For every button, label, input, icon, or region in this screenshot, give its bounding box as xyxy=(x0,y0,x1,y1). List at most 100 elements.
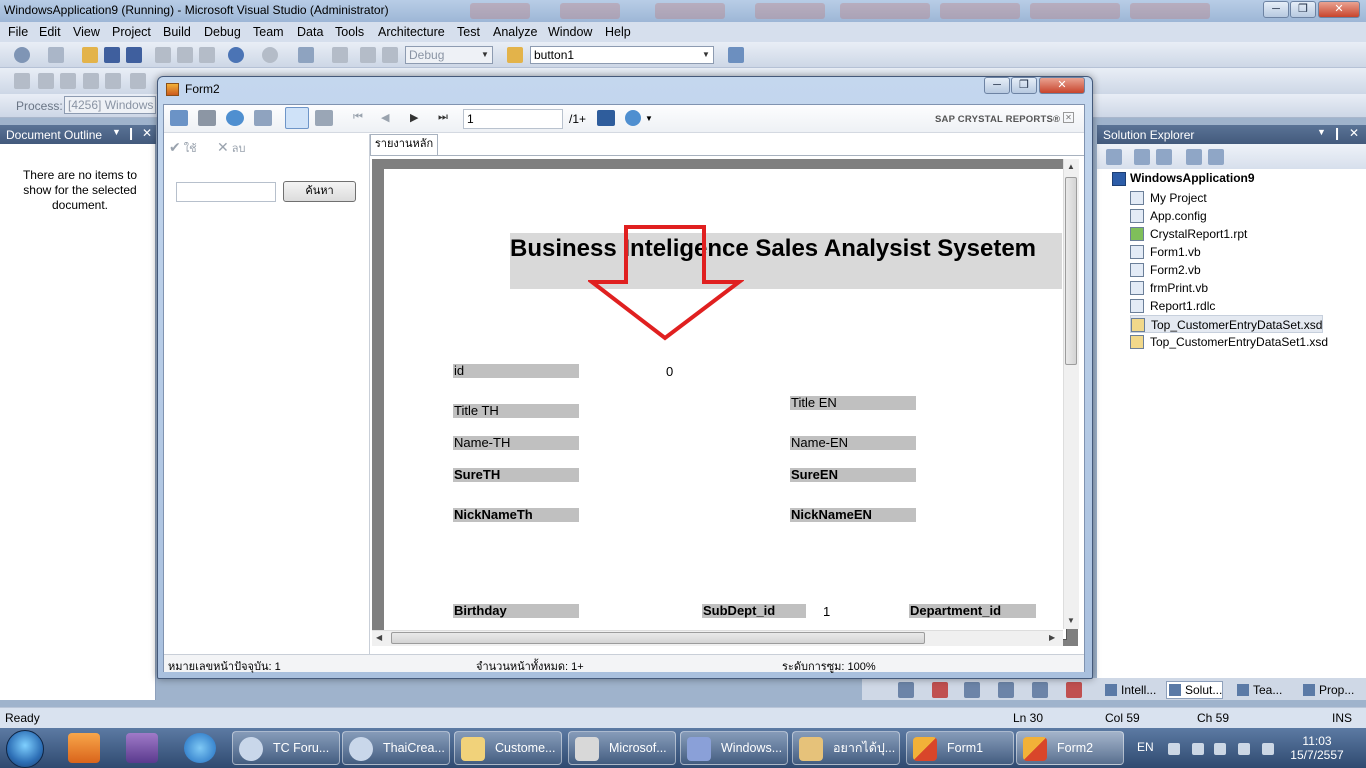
pin-icon[interactable]: ❙ xyxy=(1332,126,1342,140)
close-icon[interactable]: ✕ xyxy=(142,126,152,140)
start-button[interactable] xyxy=(6,730,44,768)
menu-file[interactable]: File xyxy=(8,25,28,39)
object-combo[interactable]: button1 ▼ xyxy=(530,46,714,64)
task-form2[interactable]: Form2 xyxy=(1016,731,1124,765)
apply-button[interactable]: ✔ ใช้ xyxy=(169,139,197,157)
zoom-icon[interactable] xyxy=(625,110,641,126)
output-icon[interactable] xyxy=(998,682,1014,698)
menu-team[interactable]: Team xyxy=(253,25,284,39)
align-centers-icon[interactable] xyxy=(38,73,54,89)
solution-item-frmprint[interactable]: frmPrint.vb xyxy=(1130,279,1208,297)
view-code-icon[interactable] xyxy=(1186,149,1202,165)
search-input[interactable] xyxy=(176,182,276,202)
tab-main-report[interactable]: รายงานหลัก xyxy=(370,134,438,155)
internet-explorer-icon[interactable] xyxy=(184,733,216,763)
find-icon[interactable] xyxy=(507,47,523,63)
copy-icon[interactable] xyxy=(177,47,193,63)
chevron-down-icon[interactable]: ▼ xyxy=(112,127,121,137)
group-tree-icon[interactable] xyxy=(315,110,333,126)
navigate-backward-icon[interactable] xyxy=(298,47,314,63)
exception-icon[interactable] xyxy=(1066,682,1082,698)
tab-solution-explorer[interactable]: Solut... xyxy=(1166,681,1224,699)
menu-test[interactable]: Test xyxy=(457,25,480,39)
scroll-down-icon[interactable]: ▼ xyxy=(1067,616,1075,625)
first-page-icon[interactable]: ⏮ xyxy=(353,111,363,124)
previous-page-icon[interactable]: ◀ xyxy=(381,111,389,124)
tab-properties[interactable]: Prop... xyxy=(1300,681,1355,699)
error-list-icon[interactable] xyxy=(1032,682,1048,698)
navigate-forward-icon[interactable] xyxy=(332,47,348,63)
volume-icon[interactable] xyxy=(1262,743,1274,755)
view-designer-icon[interactable] xyxy=(1208,149,1224,165)
redo-icon[interactable] xyxy=(262,47,278,63)
solution-item-app-config[interactable]: App.config xyxy=(1130,207,1207,225)
form2-minimize-button[interactable]: ─ xyxy=(984,77,1010,94)
find-in-files-icon[interactable] xyxy=(382,47,398,63)
page-number-input[interactable]: 1 xyxy=(463,109,563,129)
system-clock[interactable]: 11:03 15/7/2557 xyxy=(1287,734,1347,762)
new-project-icon[interactable] xyxy=(14,47,30,63)
tab-intellitrace[interactable]: Intell... xyxy=(1102,681,1157,699)
chevron-down-icon[interactable]: ▼ xyxy=(1317,127,1326,137)
search-button[interactable]: ค้นหา xyxy=(283,181,356,202)
start-debugging-icon[interactable] xyxy=(360,47,376,63)
visual-studio-icon[interactable] xyxy=(126,733,158,763)
scroll-up-icon[interactable]: ▲ xyxy=(1067,162,1075,171)
copy-icon[interactable] xyxy=(254,110,272,126)
vs-maximize-button[interactable]: ❐ xyxy=(1290,1,1316,18)
delete-button[interactable]: ✕ ลบ xyxy=(217,139,246,157)
refresh-icon[interactable] xyxy=(226,110,244,126)
solution-item-report1[interactable]: Report1.rdlc xyxy=(1130,297,1215,315)
align-lefts-icon[interactable] xyxy=(14,73,30,89)
task-paint[interactable]: อยากได้ปุ... xyxy=(792,731,900,765)
next-page-icon[interactable]: ▶ xyxy=(410,111,418,124)
add-item-icon[interactable] xyxy=(48,47,64,63)
language-indicator[interactable]: EN xyxy=(1137,740,1154,754)
properties-icon[interactable] xyxy=(1106,149,1122,165)
task-microsoft[interactable]: Microsof... xyxy=(568,731,676,765)
menu-build[interactable]: Build xyxy=(163,25,191,39)
horizontal-scroll-thumb[interactable] xyxy=(391,632,925,644)
open-file-icon[interactable] xyxy=(82,47,98,63)
close-icon[interactable]: ✕ xyxy=(1063,112,1074,123)
align-rights-icon[interactable] xyxy=(60,73,76,89)
cut-icon[interactable] xyxy=(155,47,171,63)
save-all-icon[interactable] xyxy=(126,47,142,63)
menu-edit[interactable]: Edit xyxy=(39,25,61,39)
save-icon[interactable] xyxy=(104,47,120,63)
paste-icon[interactable] xyxy=(199,47,215,63)
form2-close-button[interactable]: ✕ xyxy=(1039,77,1085,94)
solution-item-form2[interactable]: Form2.vb xyxy=(1130,261,1201,279)
menu-tools[interactable]: Tools xyxy=(335,25,364,39)
form2-maximize-button[interactable]: ❐ xyxy=(1011,77,1037,94)
refresh-icon[interactable] xyxy=(1156,149,1172,165)
send-to-back-icon[interactable] xyxy=(130,73,146,89)
font-size-icon[interactable] xyxy=(83,73,99,89)
process-combo[interactable]: [4256] Windows xyxy=(64,96,156,114)
solution-item-dataset[interactable]: Top_CustomerEntryDataSet.xsd xyxy=(1130,315,1324,333)
solution-item-form1[interactable]: Form1.vb xyxy=(1130,243,1201,261)
task-form1[interactable]: Form1 xyxy=(906,731,1014,765)
task-thaicreate[interactable]: ThaiCrea... xyxy=(342,731,450,765)
scroll-left-icon[interactable]: ◀ xyxy=(376,633,382,642)
solution-item-dataset1[interactable]: Top_CustomerEntryDataSet1.xsd xyxy=(1130,333,1328,351)
chevron-down-icon[interactable]: ▼ xyxy=(645,114,653,123)
vs-minimize-button[interactable]: ─ xyxy=(1263,1,1289,18)
menu-view[interactable]: View xyxy=(73,25,100,39)
bring-to-front-icon[interactable] xyxy=(105,73,121,89)
breakpoint-icon[interactable] xyxy=(932,682,948,698)
show-hidden-icons-icon[interactable] xyxy=(1168,743,1180,755)
print-icon[interactable] xyxy=(198,110,216,126)
task-customer-folder[interactable]: Custome... xyxy=(454,731,562,765)
immediate-window-icon[interactable] xyxy=(964,682,980,698)
scroll-right-icon[interactable]: ▶ xyxy=(1049,633,1055,642)
task-windows-application[interactable]: Windows... xyxy=(680,731,788,765)
network-icon[interactable] xyxy=(1238,743,1250,755)
menu-window[interactable]: Window xyxy=(548,25,592,39)
vs-close-button[interactable]: ✕ xyxy=(1318,1,1360,18)
action-center-icon[interactable] xyxy=(1192,743,1204,755)
tool-icon[interactable] xyxy=(898,682,914,698)
solution-config-combo[interactable]: Debug ▼ xyxy=(405,46,493,64)
close-icon[interactable]: ✕ xyxy=(1349,126,1359,140)
vertical-scroll-thumb[interactable] xyxy=(1065,177,1077,365)
